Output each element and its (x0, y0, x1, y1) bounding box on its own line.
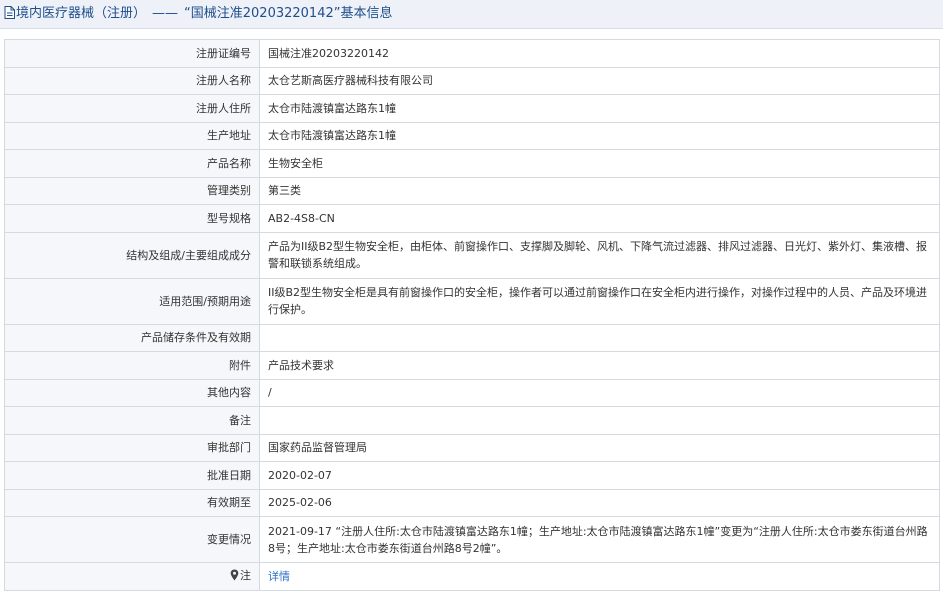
table-row: 其他内容 / (4, 378, 940, 407)
header-separator: —— (152, 6, 179, 21)
table-row: 备注 (4, 406, 940, 435)
field-value: 产品技术要求 (259, 351, 940, 380)
pin-icon (230, 569, 239, 586)
field-label: 结构及组成/主要组成成分 (4, 231, 260, 279)
table-row: 产品名称 生物安全柜 (4, 149, 940, 178)
field-label: 注册人名称 (4, 66, 260, 95)
field-label: 型号规格 (4, 204, 260, 233)
field-label: 适用范围/预期用途 (4, 277, 260, 325)
field-value: 太仓市陆渡镇富达路东1幢 (259, 94, 940, 123)
table-row: 变更情况 2021-09-17 “注册人住所:太仓市陆渡镇富达路东1幢；生产地址… (4, 516, 940, 563)
field-label: 注册证编号 (4, 39, 260, 68)
field-label: 审批部门 (4, 433, 260, 462)
detail-table: 注册证编号 国械注准20203220142 注册人名称 太仓艺斯高医疗器械科技有… (4, 39, 940, 591)
table-row: 产品储存条件及有效期 (4, 323, 940, 352)
table-row: 结构及组成/主要组成成分 产品为II级B2型生物安全柜，由柜体、前窗操作口、支撑… (4, 231, 940, 279)
field-label: 有效期至 (4, 488, 260, 517)
field-label: 产品储存条件及有效期 (4, 323, 260, 352)
field-label: 生产地址 (4, 121, 260, 150)
field-label: 附件 (4, 351, 260, 380)
table-row: 管理类别 第三类 (4, 176, 940, 205)
table-row: 适用范围/预期用途 II级B2型生物安全柜是具有前窗操作口的安全柜，操作者可以通… (4, 277, 940, 325)
field-label: 备注 (4, 406, 260, 435)
field-value (259, 323, 940, 352)
page-header: 境内医疗器械（注册） —— “国械注准20203220142”基本信息 (0, 0, 943, 29)
table-row: 型号规格 AB2-4S8-CN (4, 204, 940, 233)
field-label: 批准日期 (4, 461, 260, 490)
field-value: 2025-02-06 (259, 488, 940, 517)
table-row: 审批部门 国家药品监督管理局 (4, 433, 940, 462)
table-row: 附件 产品技术要求 (4, 351, 940, 380)
field-value (259, 406, 940, 435)
field-label: 产品名称 (4, 149, 260, 178)
header-section: 境内医疗器械（注册） (16, 6, 147, 21)
field-value: 2020-02-07 (259, 461, 940, 490)
field-label: 其他内容 (4, 378, 260, 407)
note-value-cell: 详情 (259, 562, 940, 591)
field-value: 太仓艺斯高医疗器械科技有限公司 (259, 66, 940, 95)
field-value: 第三类 (259, 176, 940, 205)
table-row: 注册人住所 太仓市陆渡镇富达路东1幢 (4, 94, 940, 123)
field-value: II级B2型生物安全柜是具有前窗操作口的安全柜，操作者可以通过前窗操作口在安全柜… (259, 277, 940, 325)
field-value: 生物安全柜 (259, 149, 940, 178)
field-value: 产品为II级B2型生物安全柜，由柜体、前窗操作口、支撑脚及脚轮、风机、下降气流过… (259, 231, 940, 279)
field-value: 2021-09-17 “注册人住所:太仓市陆渡镇富达路东1幢；生产地址:太仓市陆… (259, 516, 940, 563)
details-link[interactable]: 详情 (268, 570, 290, 583)
note-label-cell: 注 (4, 562, 260, 591)
table-row: 生产地址 太仓市陆渡镇富达路东1幢 (4, 121, 940, 150)
document-icon (4, 2, 15, 30)
field-value: 太仓市陆渡镇富达路东1幢 (259, 121, 940, 150)
table-row: 有效期至 2025-02-06 (4, 488, 940, 517)
field-value: 国家药品监督管理局 (259, 433, 940, 462)
note-label: 注 (240, 569, 251, 582)
field-value: 国械注准20203220142 (259, 39, 940, 68)
field-label: 管理类别 (4, 176, 260, 205)
detail-table-wrapper: 注册证编号 国械注准20203220142 注册人名称 太仓艺斯高医疗器械科技有… (4, 39, 940, 591)
table-row: 注册人名称 太仓艺斯高医疗器械科技有限公司 (4, 66, 940, 95)
table-row-note: 注 详情 (4, 562, 940, 591)
table-row: 注册证编号 国械注准20203220142 (4, 39, 940, 68)
table-row: 批准日期 2020-02-07 (4, 461, 940, 490)
detail-table-body: 注册证编号 国械注准20203220142 注册人名称 太仓艺斯高医疗器械科技有… (4, 39, 940, 591)
header-record-title: “国械注准20203220142”基本信息 (184, 6, 393, 21)
field-value: / (259, 378, 940, 407)
field-value: AB2-4S8-CN (259, 204, 940, 233)
field-label: 变更情况 (4, 516, 260, 563)
field-label: 注册人住所 (4, 94, 260, 123)
